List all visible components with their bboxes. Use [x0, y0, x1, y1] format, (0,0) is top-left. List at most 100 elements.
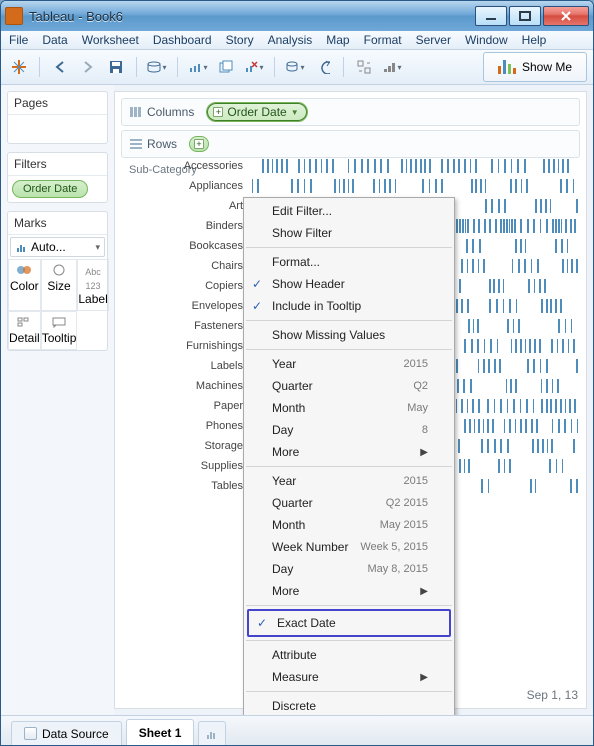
- tableau-icon: [5, 7, 23, 25]
- marks-type-select[interactable]: Auto... ▾: [10, 237, 105, 257]
- row-label[interactable]: Furnishings: [123, 336, 249, 356]
- menu-edit-filter[interactable]: Edit Filter...: [244, 200, 454, 222]
- menu-worksheet[interactable]: Worksheet: [82, 33, 139, 47]
- columns-label: Columns: [147, 105, 194, 119]
- menu-help[interactable]: Help: [522, 33, 547, 47]
- menu-format[interactable]: Format...: [244, 251, 454, 273]
- run-button[interactable]: [311, 55, 335, 79]
- menu-file[interactable]: File: [9, 33, 28, 47]
- gantt-row: [249, 156, 578, 176]
- sort-asc-button[interactable]: ▾: [380, 55, 404, 79]
- row-label[interactable]: Binders: [123, 216, 249, 236]
- column-pill-order-date[interactable]: + Order Date ▼: [206, 102, 307, 122]
- row-label[interactable]: Bookcases: [123, 236, 249, 256]
- new-worksheet-button[interactable]: ▾: [186, 55, 210, 79]
- submenu-arrow-icon: ▶: [420, 586, 428, 597]
- tableau-window: Tableau - Book6 File Data Worksheet Dash…: [0, 0, 594, 746]
- row-label[interactable]: Paper: [123, 396, 249, 416]
- filters-card: Filters Order Date: [7, 152, 108, 203]
- swap-button[interactable]: [352, 55, 376, 79]
- menu-quarter[interactable]: QuarterQ2: [244, 375, 454, 397]
- menu-include-tooltip[interactable]: ✓Include in Tooltip: [244, 295, 454, 317]
- pages-card: Pages: [7, 91, 108, 144]
- menu-discrete[interactable]: Discrete: [244, 695, 454, 715]
- row-label[interactable]: Phones: [123, 416, 249, 436]
- menu-exact-date-highlight: ✓Exact Date: [247, 609, 451, 637]
- row-label[interactable]: Labels: [123, 356, 249, 376]
- row-label[interactable]: Appliances: [123, 176, 249, 196]
- new-sheet-icon: [205, 727, 219, 741]
- titlebar: Tableau - Book6: [1, 1, 593, 31]
- menu-year[interactable]: Year2015: [244, 353, 454, 375]
- shelves: Columns + Order Date ▼ Rows +: [115, 92, 586, 164]
- marks-label[interactable]: Abc123Label: [77, 259, 108, 311]
- close-button[interactable]: [543, 6, 589, 26]
- datasource-button[interactable]: ▾: [145, 55, 169, 79]
- sheet-1-tab[interactable]: Sheet 1: [126, 719, 195, 745]
- menu-show-filter[interactable]: Show Filter: [244, 222, 454, 244]
- gantt-row: [249, 176, 578, 196]
- menu-map[interactable]: Map: [326, 33, 349, 47]
- marks-grid: Color Size Abc123Label Detail Tooltip: [8, 259, 107, 350]
- row-label[interactable]: Tables: [123, 476, 249, 496]
- menu-more-1[interactable]: More▶: [244, 441, 454, 463]
- menu-week-number[interactable]: Week NumberWeek 5, 2015: [244, 536, 454, 558]
- menu-server[interactable]: Server: [416, 33, 451, 47]
- data-source-tab[interactable]: Data Source: [11, 721, 122, 745]
- row-label[interactable]: Envelopes: [123, 296, 249, 316]
- row-label[interactable]: Storage: [123, 436, 249, 456]
- autoupdate-button[interactable]: ▾: [283, 55, 307, 79]
- menu-month[interactable]: MonthMay: [244, 397, 454, 419]
- show-me-label: Show Me: [522, 60, 572, 74]
- plus-icon: +: [194, 139, 204, 149]
- maximize-button[interactable]: [509, 6, 541, 26]
- menu-more-2[interactable]: More▶: [244, 580, 454, 602]
- back-button[interactable]: [48, 55, 72, 79]
- bar-chart-icon: [498, 60, 516, 74]
- row-label[interactable]: Chairs: [123, 256, 249, 276]
- menu-story[interactable]: Story: [226, 33, 254, 47]
- new-worksheet-tab[interactable]: [198, 721, 226, 745]
- rows-shelf[interactable]: Rows +: [121, 130, 580, 158]
- marks-size[interactable]: Size: [41, 259, 78, 311]
- clear-button[interactable]: ▾: [242, 55, 266, 79]
- row-label[interactable]: Supplies: [123, 456, 249, 476]
- show-me-button[interactable]: Show Me: [483, 52, 587, 82]
- menu-exact-date[interactable]: ✓Exact Date: [249, 611, 449, 635]
- menu-format[interactable]: Format: [364, 33, 402, 47]
- row-label[interactable]: Accessories: [123, 156, 249, 176]
- side-panel: Pages Filters Order Date Marks Auto... ▾…: [1, 85, 114, 715]
- menu-analysis[interactable]: Analysis: [268, 33, 313, 47]
- save-button[interactable]: [104, 55, 128, 79]
- menu-year-2[interactable]: Year2015: [244, 470, 454, 492]
- row-label[interactable]: Machines: [123, 376, 249, 396]
- row-pill-hidden[interactable]: +: [189, 136, 209, 152]
- row-label[interactable]: Art: [123, 196, 249, 216]
- menu-dashboard[interactable]: Dashboard: [153, 33, 212, 47]
- tableau-logo-icon[interactable]: [7, 55, 31, 79]
- menu-month-2[interactable]: MonthMay 2015: [244, 514, 454, 536]
- row-label[interactable]: Copiers: [123, 276, 249, 296]
- menu-day-2[interactable]: DayMay 8, 2015: [244, 558, 454, 580]
- menu-measure[interactable]: Measure▶: [244, 666, 454, 688]
- menu-quarter-2[interactable]: QuarterQ2 2015: [244, 492, 454, 514]
- marks-tooltip[interactable]: Tooltip: [41, 311, 78, 350]
- menu-attribute[interactable]: Attribute: [244, 644, 454, 666]
- marks-color[interactable]: Color: [8, 259, 41, 311]
- filter-pill-order-date[interactable]: Order Date: [12, 180, 88, 198]
- filters-label: Filters: [8, 153, 107, 176]
- columns-shelf[interactable]: Columns + Order Date ▼: [121, 98, 580, 126]
- menu-show-header[interactable]: ✓Show Header: [244, 273, 454, 295]
- window-title: Tableau - Book6: [29, 9, 473, 24]
- menu-data[interactable]: Data: [42, 33, 67, 47]
- pill-dropdown-icon: ▼: [291, 108, 299, 117]
- row-label[interactable]: Fasteners: [123, 316, 249, 336]
- menu-show-missing-values[interactable]: Show Missing Values: [244, 324, 454, 346]
- marks-detail[interactable]: Detail: [8, 311, 41, 350]
- forward-button[interactable]: [76, 55, 100, 79]
- duplicate-button[interactable]: [214, 55, 238, 79]
- menu-day[interactable]: Day8: [244, 419, 454, 441]
- menu-window[interactable]: Window: [465, 33, 508, 47]
- window-controls: [473, 6, 589, 26]
- minimize-button[interactable]: [475, 6, 507, 26]
